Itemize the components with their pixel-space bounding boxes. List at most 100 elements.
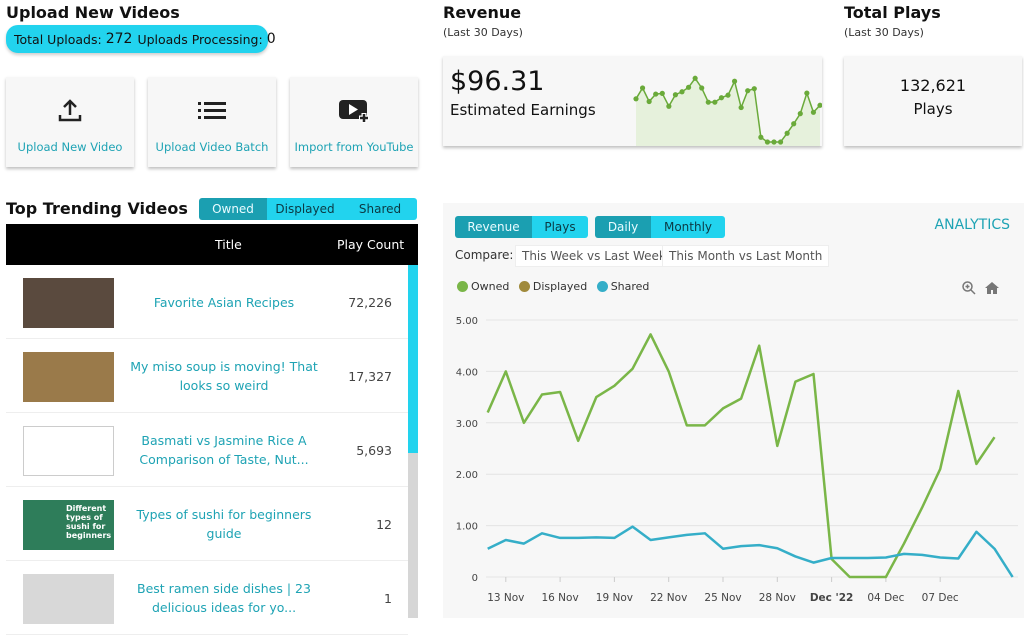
chart-legend: Owned Displayed Shared <box>457 280 649 293</box>
video-add-icon <box>338 97 370 125</box>
y-tick-label: 4.00 <box>456 367 478 378</box>
action-label: Import from YouTube <box>294 140 413 154</box>
trending-title: Top Trending Videos <box>6 199 188 218</box>
period-tabs: Daily Monthly <box>595 216 725 238</box>
video-thumbnail[interactable] <box>23 352 114 402</box>
series-line-owned <box>488 334 995 577</box>
table-row[interactable]: My miso soup is moving! That looks so we… <box>6 339 408 413</box>
tab-monthly[interactable]: Monthly <box>651 216 725 238</box>
tab-owned[interactable]: Owned <box>199 198 267 220</box>
broken-image-icon[interactable] <box>23 426 114 476</box>
sparkline-point <box>785 131 790 136</box>
sparkline-point <box>765 139 770 144</box>
tab-shared[interactable]: Shared <box>343 198 417 220</box>
play-count: 1 <box>384 561 392 635</box>
plays-period: (Last 30 Days) <box>844 26 924 39</box>
sparkline-point <box>758 135 763 140</box>
table-header: Title Play Count <box>6 224 418 265</box>
x-tick-label: 22 Nov <box>650 592 687 604</box>
sparkline-point <box>653 91 658 96</box>
plays-count: 132,621 <box>844 76 1022 95</box>
video-title-link[interactable]: Types of sushi for beginners guide <box>126 487 322 561</box>
play-count: 5,693 <box>356 413 392 487</box>
action-label: Upload New Video <box>18 140 123 154</box>
x-tick-label: 25 Nov <box>704 592 741 604</box>
import-youtube-button[interactable]: Import from YouTube <box>290 77 418 167</box>
legend-displayed[interactable]: Displayed <box>533 280 587 293</box>
y-tick-label: 0 <box>472 573 478 584</box>
plays-caption: Plays <box>844 100 1022 118</box>
play-count: 17,327 <box>348 339 392 413</box>
sparkline-point <box>706 100 711 105</box>
sparkline-point <box>660 91 665 96</box>
processing-label: Uploads Processing: <box>137 32 262 47</box>
column-title[interactable]: Title <box>215 237 242 252</box>
metric-tabs: Revenue Plays <box>455 216 588 238</box>
sparkline-point <box>719 95 724 100</box>
sparkline-point <box>745 88 750 93</box>
table-row[interactable]: Best ramen side dishes | 23 delicious id… <box>6 561 408 635</box>
sparkline-point <box>666 104 671 109</box>
x-tick-label: 13 Nov <box>487 592 524 604</box>
x-tick-label: 28 Nov <box>759 592 796 604</box>
sparkline-point <box>686 85 691 90</box>
revenue-amount: $96.31 <box>450 66 544 97</box>
y-tick-label: 5.00 <box>456 316 478 327</box>
total-uploads-value: 272 <box>106 31 133 47</box>
video-title-link[interactable]: Best ramen side dishes | 23 delicious id… <box>126 561 322 635</box>
revenue-card: $96.31 Estimated Earnings <box>443 56 822 146</box>
video-title-link[interactable]: Favorite Asian Recipes <box>126 265 322 339</box>
video-title-link[interactable]: Basmati vs Jasmine Rice A Comparison of … <box>126 413 322 487</box>
legend-owned-dot <box>457 281 468 292</box>
tab-displayed[interactable]: Displayed <box>267 198 343 220</box>
sparkline-point <box>699 85 704 90</box>
y-tick-label: 3.00 <box>456 419 478 430</box>
compare-month-button[interactable]: This Month vs Last Month <box>662 245 829 267</box>
scrollbar-thumb[interactable] <box>408 265 418 453</box>
list-icon <box>198 97 226 125</box>
legend-owned[interactable]: Owned <box>471 280 509 293</box>
revenue-sparkline <box>633 66 822 146</box>
sparkline-point <box>673 92 678 97</box>
revenue-period: (Last 30 Days) <box>443 26 523 39</box>
analytics-link[interactable]: ANALYTICS <box>935 217 1010 233</box>
play-count: 12 <box>376 487 392 561</box>
sparkline-point <box>693 76 698 81</box>
tab-revenue[interactable]: Revenue <box>455 216 532 238</box>
total-uploads-label: Total Uploads: <box>14 32 102 47</box>
sparkline-point <box>725 93 730 98</box>
upload-title: Upload New Videos <box>6 3 180 22</box>
legend-shared[interactable]: Shared <box>611 280 650 293</box>
video-thumbnail[interactable]: Different types of sushi for beginners <box>23 500 114 550</box>
compare-label: Compare: <box>455 248 513 262</box>
home-icon[interactable] <box>984 280 1000 300</box>
table-scrollbar[interactable] <box>408 265 418 618</box>
sparkline-point <box>633 96 638 101</box>
video-thumbnail[interactable] <box>23 574 114 624</box>
video-thumbnail[interactable] <box>23 278 114 328</box>
sparkline-point <box>804 91 809 96</box>
legend-displayed-dot <box>519 281 530 292</box>
sparkline-point <box>739 105 744 110</box>
table-row[interactable]: Basmati vs Jasmine Rice A Comparison of … <box>6 413 408 487</box>
upload-new-video-button[interactable]: Upload New Video <box>6 77 134 167</box>
tab-daily[interactable]: Daily <box>595 216 651 238</box>
plays-card: 132,621 Plays <box>844 56 1022 146</box>
upload-video-batch-button[interactable]: Upload Video Batch <box>148 77 276 167</box>
play-count: 72,226 <box>348 265 392 339</box>
zoom-icon[interactable] <box>961 280 977 300</box>
thumbnail-text: Different types of sushi for beginners <box>66 504 112 540</box>
x-tick-label: Dec '22 <box>810 592 854 604</box>
x-tick-label: 04 Dec <box>867 592 904 604</box>
sparkline-point <box>679 89 684 94</box>
video-title-link[interactable]: My miso soup is moving! That looks so we… <box>126 339 322 413</box>
plays-title: Total Plays <box>844 3 941 22</box>
trending-tabs: Owned Displayed Shared <box>199 198 417 220</box>
table-row[interactable]: Favorite Asian Recipes 72,226 <box>6 265 408 339</box>
compare-week-button[interactable]: This Week vs Last Week <box>515 245 673 267</box>
tab-plays[interactable]: Plays <box>532 216 588 238</box>
sparkline-point <box>752 86 757 91</box>
column-play-count[interactable]: Play Count <box>337 237 404 252</box>
table-row[interactable]: Different types of sushi for beginners Ty… <box>6 487 408 561</box>
upload-stats-badge: Total Uploads:272 Uploads Processing:0 <box>6 25 268 53</box>
